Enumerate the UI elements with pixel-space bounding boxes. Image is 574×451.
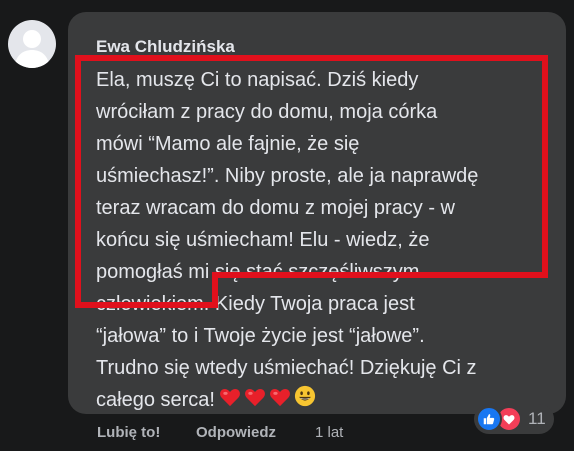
reaction-summary[interactable]: 11 bbox=[474, 404, 554, 434]
reply-button[interactable]: Odpowiedz bbox=[196, 424, 276, 441]
comment-text: Ela, muszę Ci to napisać. Dziś kiedy wró… bbox=[96, 64, 558, 416]
comment-line: teraz wracam do domu z mojej pracy - w bbox=[96, 197, 456, 219]
smile-emoji-icon bbox=[294, 385, 316, 417]
comment-line: wróciłam z pracy do domu, moja córka bbox=[96, 101, 438, 123]
like-icon bbox=[476, 406, 502, 432]
heart-emoji-icon bbox=[244, 385, 266, 417]
comment-line: Ela, muszę Ci to napisać. Dziś kiedy bbox=[96, 69, 419, 91]
comment-author[interactable]: Ewa Chludzińska bbox=[96, 37, 235, 57]
comment-line: Trudno się wtedy uśmiechać! Dziękuję Ci … bbox=[96, 357, 477, 379]
comment-line: uśmiechasz!”. Niby proste, ale ja napraw… bbox=[96, 165, 479, 187]
reaction-count: 11 bbox=[528, 409, 546, 428]
comment-line: końcu się uśmiecham! Elu - wiedz, że bbox=[96, 229, 430, 251]
comment-timestamp[interactable]: 1 lat bbox=[315, 424, 343, 441]
comment-line: pomogłaś mi się stać szczęśliwszym bbox=[96, 261, 420, 283]
default-profile-icon bbox=[14, 30, 50, 68]
avatar[interactable] bbox=[8, 20, 56, 68]
emoji-group bbox=[219, 384, 319, 417]
comment-line: “jałowa” to i Twoje życie jest “jałowe”. bbox=[96, 325, 425, 347]
heart-emoji-icon bbox=[269, 385, 291, 417]
comment-line: człowiekiem. Kiedy Twoja praca jest bbox=[96, 293, 415, 315]
heart-emoji-icon bbox=[219, 385, 241, 417]
comment-line: całego serca! bbox=[96, 389, 215, 411]
like-button[interactable]: Lubię to! bbox=[97, 424, 160, 441]
comment-line: mówi “Mamo ale fajnie, że się bbox=[96, 133, 360, 155]
